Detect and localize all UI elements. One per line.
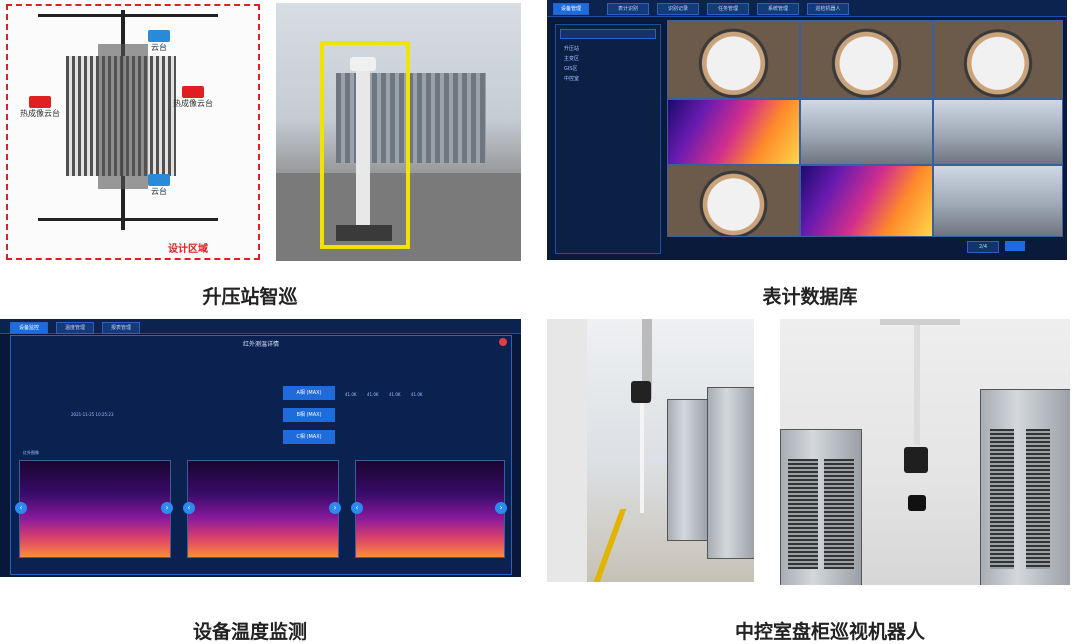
thermal-image <box>355 460 505 558</box>
caption-meter-db: 表计数据库 <box>762 286 858 308</box>
tab-system[interactable]: 系统管理 <box>757 3 799 15</box>
tab-device[interactable]: 设备管理 <box>553 3 589 15</box>
camera-pole-highlight <box>320 41 410 249</box>
video-cell[interactable] <box>933 99 1063 165</box>
control-room-photo-1 <box>547 319 754 582</box>
video-cell[interactable] <box>667 99 800 165</box>
tab-task[interactable]: 任务管理 <box>707 3 749 15</box>
design-diagram: 热成像云台 热成像云台 云台 云台 设计区域 <box>6 4 260 260</box>
left-wall <box>547 319 587 582</box>
video-cell[interactable] <box>667 165 800 237</box>
design-region-label: 设计区域 <box>168 244 208 255</box>
next-arrow-icon[interactable]: › <box>161 502 173 514</box>
tab-report[interactable]: 报表管理 <box>102 322 140 334</box>
video-cell[interactable] <box>933 165 1063 237</box>
search-input[interactable] <box>560 29 656 39</box>
temp-tabbar: 设备监控 温度管理 报表管理 <box>0 319 521 334</box>
robot-mast <box>640 403 644 513</box>
robot-mast <box>914 325 920 445</box>
tree-item[interactable]: GIS区 <box>564 65 578 72</box>
thermal-image <box>187 460 339 558</box>
transformer-core <box>98 44 148 189</box>
ptz-camera-icon: 云台 <box>141 174 177 197</box>
tab-record[interactable]: 识别记录 <box>657 3 699 15</box>
meter-tabbar: 设备管理 表计识别 识别记录 任务管理 系统管理 巡检机器人 <box>547 0 1067 17</box>
thermal-camera-icon: 热成像云台 <box>20 96 60 119</box>
video-cell[interactable] <box>800 165 933 237</box>
detail-dialog: 红外测温详情 2021-11-25 10:25:23 A相 (MAX) B相 (… <box>10 335 512 575</box>
prev-arrow-icon[interactable]: ‹ <box>15 502 27 514</box>
thermal-camera-icon: 热成像云台 <box>173 86 213 109</box>
reading: 41.0K <box>367 392 379 397</box>
control-room-photo-2 <box>780 319 1070 585</box>
caption-temp-monitor: 设备温度监测 <box>192 621 307 643</box>
pager-select[interactable]: 2/4 <box>967 241 999 253</box>
robot-camera <box>908 495 926 511</box>
tree-item[interactable]: 升压站 <box>564 45 579 52</box>
tab-meter[interactable]: 表计识别 <box>607 3 649 15</box>
temp-dashboard: 设备监控 温度管理 报表管理 红外测温详情 2021-11-25 10:25:2… <box>0 319 521 577</box>
dialog-title: 红外测温详情 <box>242 341 279 348</box>
pager-button[interactable] <box>1005 241 1025 251</box>
video-cell[interactable] <box>933 20 1063 99</box>
video-cell[interactable] <box>800 99 933 165</box>
robot-body <box>631 381 651 403</box>
video-cell[interactable] <box>800 20 933 99</box>
vent-grille <box>1026 429 1050 569</box>
caption-booster: 升压站智巡 <box>202 286 298 308</box>
tree-item[interactable]: 中控室 <box>564 75 579 82</box>
floor-stripe <box>593 509 627 582</box>
chart-caption: 红外图像 <box>23 450 39 455</box>
robot-head <box>904 447 928 473</box>
prev-arrow-icon[interactable]: ‹ <box>351 502 363 514</box>
cabinet <box>707 387 754 559</box>
caption-control-robot: 中控室盘柜巡视机器人 <box>734 621 925 643</box>
tab-robot[interactable]: 巡检机器人 <box>807 3 849 15</box>
phase-c-btn[interactable]: C相 (MAX) <box>283 430 335 444</box>
phase-a-btn[interactable]: A相 (MAX) <box>283 386 335 400</box>
meter-dashboard: 设备管理 表计识别 识别记录 任务管理 系统管理 巡检机器人 升压站 主变区 G… <box>547 0 1067 260</box>
tree-item[interactable]: 主变区 <box>564 55 579 62</box>
vent-grille <box>990 429 1014 569</box>
camera-head <box>350 57 376 71</box>
reading: 41.0K <box>345 392 357 397</box>
next-arrow-icon[interactable]: › <box>495 502 507 514</box>
close-icon[interactable] <box>499 338 507 346</box>
vent-grille <box>824 459 854 569</box>
next-arrow-icon[interactable]: › <box>329 502 341 514</box>
date-text: 2021-11-25 10:25:23 <box>71 412 114 417</box>
top-rail <box>38 14 218 17</box>
vent-grille <box>788 459 818 569</box>
tab-monitor[interactable]: 设备监控 <box>10 322 48 334</box>
booster-station-photo <box>276 3 521 261</box>
reading: 41.0K <box>411 392 423 397</box>
cabinet <box>667 399 709 541</box>
camera-pole <box>356 65 370 235</box>
meter-sidebar: 升压站 主变区 GIS区 中控室 <box>555 24 661 254</box>
video-cell[interactable] <box>667 20 800 99</box>
pole-base <box>336 225 392 241</box>
phase-b-btn[interactable]: B相 (MAX) <box>283 408 335 422</box>
ceiling-rail <box>880 319 960 325</box>
prev-arrow-icon[interactable]: ‹ <box>183 502 195 514</box>
reading: 41.0K <box>389 392 401 397</box>
thermal-image <box>19 460 171 558</box>
bottom-rail <box>38 218 218 221</box>
tab-temp[interactable]: 温度管理 <box>56 322 94 334</box>
ptz-camera-icon: 云台 <box>141 30 177 53</box>
